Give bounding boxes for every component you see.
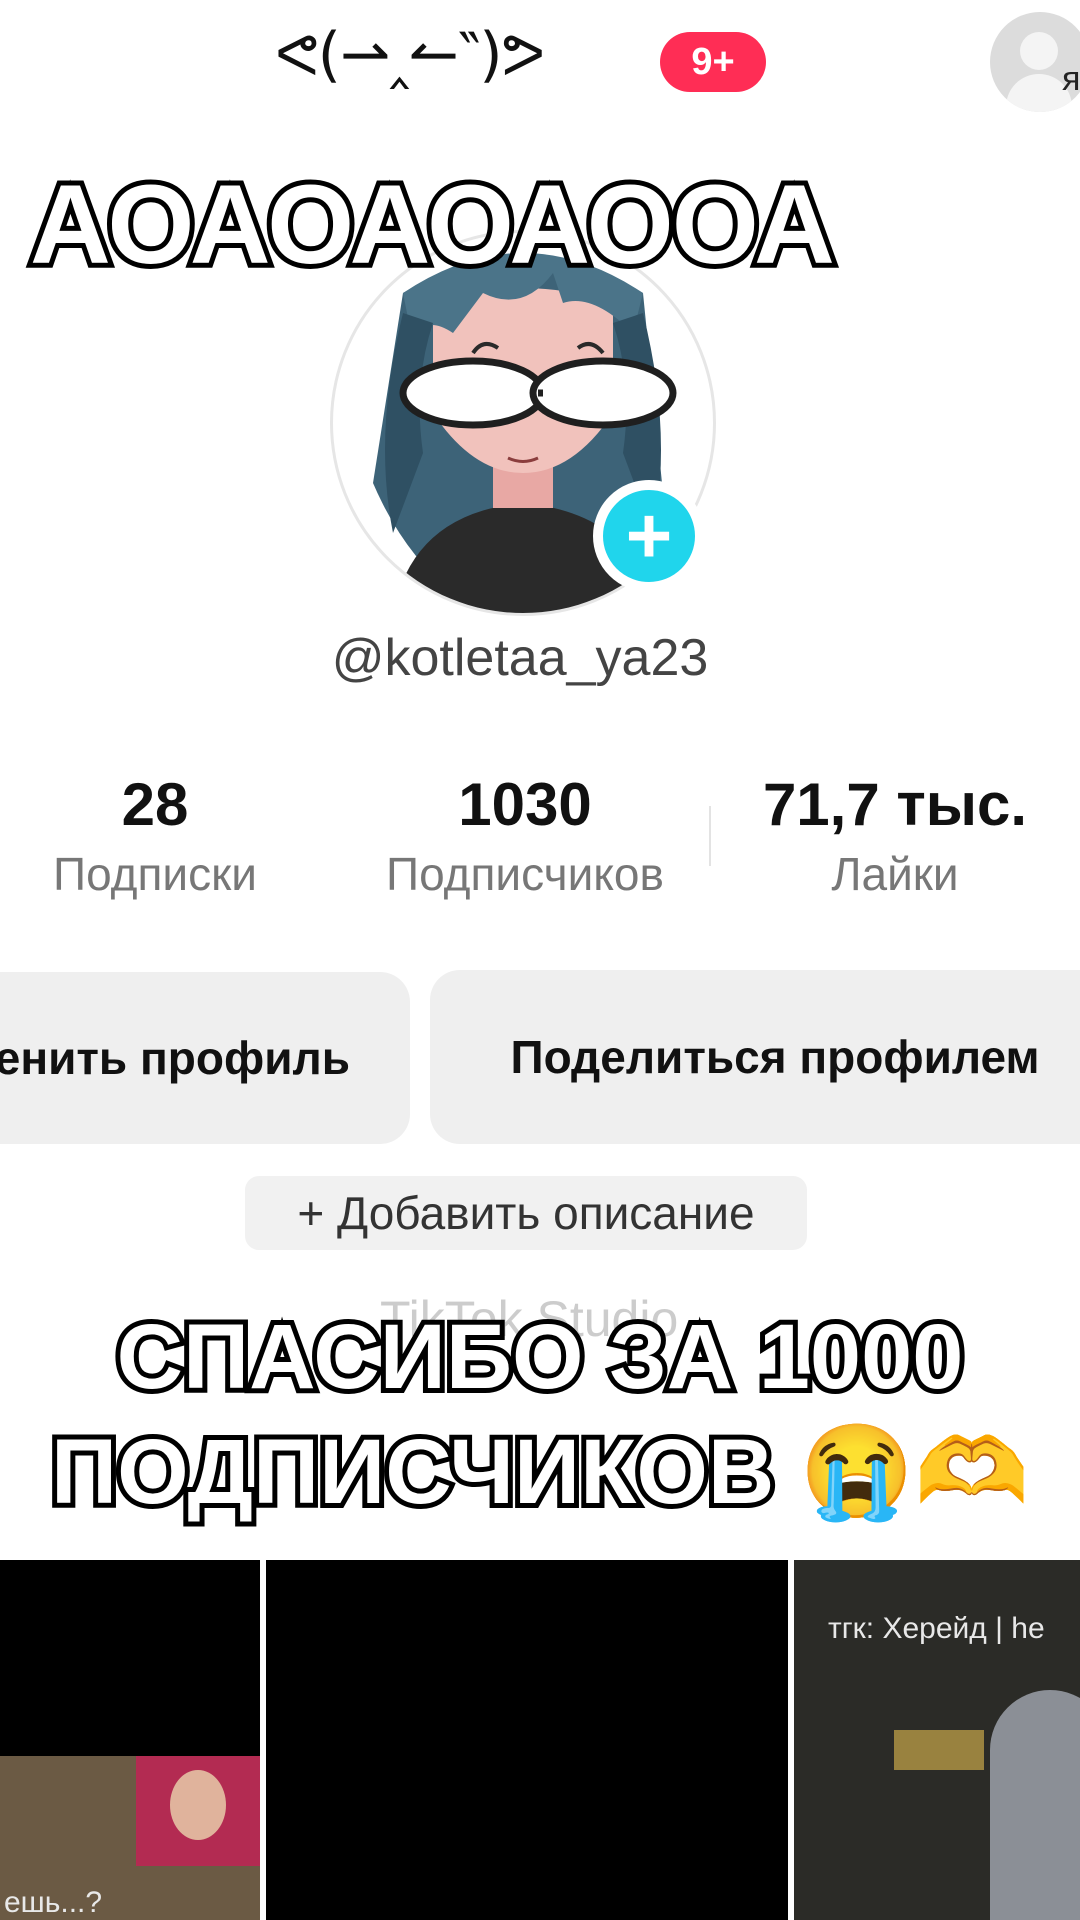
stat-following-value: 28: [121, 771, 189, 838]
stat-likes[interactable]: 71,7 тыс. Лайки: [735, 770, 1055, 901]
notification-badge[interactable]: 9+: [660, 32, 766, 92]
stat-following[interactable]: 28 Подписки: [20, 770, 290, 901]
caption-bottom: СПАСИБО ЗА 1000 ПОДПИСЧИКОВ 😭🫶: [0, 1300, 1080, 1530]
caption-bottom-line2: ПОДПИСЧИКОВ 😭🫶: [46, 1416, 1034, 1528]
video-tile[interactable]: тгк: Херейд | he: [794, 1560, 1080, 1920]
stat-followers[interactable]: 1030 Подписчиков: [355, 770, 695, 901]
streamer-face: [170, 1770, 226, 1840]
stat-followers-value: 1030: [458, 771, 592, 838]
account-avatar-letter: я: [1062, 60, 1080, 98]
avatar-head-icon: [1020, 32, 1058, 70]
stat-following-label: Подписки: [53, 848, 257, 900]
add-story-button[interactable]: +: [593, 480, 705, 592]
caption-top: АОАОАОАООА: [25, 157, 840, 292]
stat-likes-label: Лайки: [831, 848, 959, 900]
video-overlay-text: тгк: Херейд | he: [828, 1612, 1045, 1645]
video-tile[interactable]: ешь...?: [0, 1560, 260, 1920]
share-profile-button[interactable]: Поделиться профилем: [430, 970, 1080, 1144]
stat-followers-label: Подписчиков: [386, 848, 664, 900]
caption-bottom-line1: СПАСИБО ЗА 1000: [112, 1301, 969, 1413]
video-overlay-text: ешь...?: [4, 1886, 103, 1919]
person-silhouette: [990, 1690, 1080, 1920]
profile-nickname: ᕙ(⇀‸↼‶)ᕗ: [275, 20, 545, 90]
stat-divider: [709, 806, 711, 866]
stat-likes-value: 71,7 тыс.: [762, 771, 1028, 838]
username: @kotletaa_ya23: [331, 629, 709, 687]
add-description-button[interactable]: + Добавить описание: [245, 1176, 807, 1250]
background-light: [894, 1730, 984, 1770]
video-tile[interactable]: [266, 1560, 788, 1920]
edit-profile-button[interactable]: енить профиль: [0, 972, 410, 1144]
plus-icon: +: [625, 491, 673, 580]
